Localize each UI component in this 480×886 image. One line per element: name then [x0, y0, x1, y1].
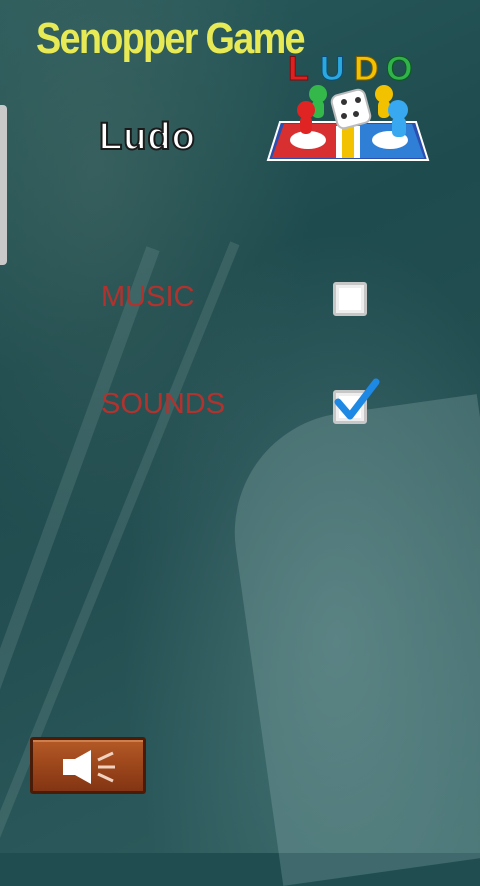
- logo-letter: D: [354, 50, 379, 88]
- logo-letter: O: [386, 50, 412, 88]
- ludo-logo: L U D O: [266, 50, 430, 161]
- background-building: [219, 394, 480, 886]
- music-checkbox[interactable]: [333, 282, 367, 316]
- edge-drawer-handle[interactable]: [0, 105, 7, 265]
- game-title: Senopper Game: [36, 14, 306, 63]
- game-subtitle: Ludo: [98, 115, 196, 159]
- logo-letter: L: [288, 50, 309, 88]
- logo-letter: U: [320, 50, 345, 88]
- music-label: MUSIC: [101, 281, 195, 313]
- sounds-label: SOUNDS: [101, 388, 226, 420]
- speaker-icon: [63, 750, 115, 784]
- sound-toggle-button[interactable]: [30, 737, 146, 794]
- sounds-checkbox[interactable]: [333, 390, 367, 424]
